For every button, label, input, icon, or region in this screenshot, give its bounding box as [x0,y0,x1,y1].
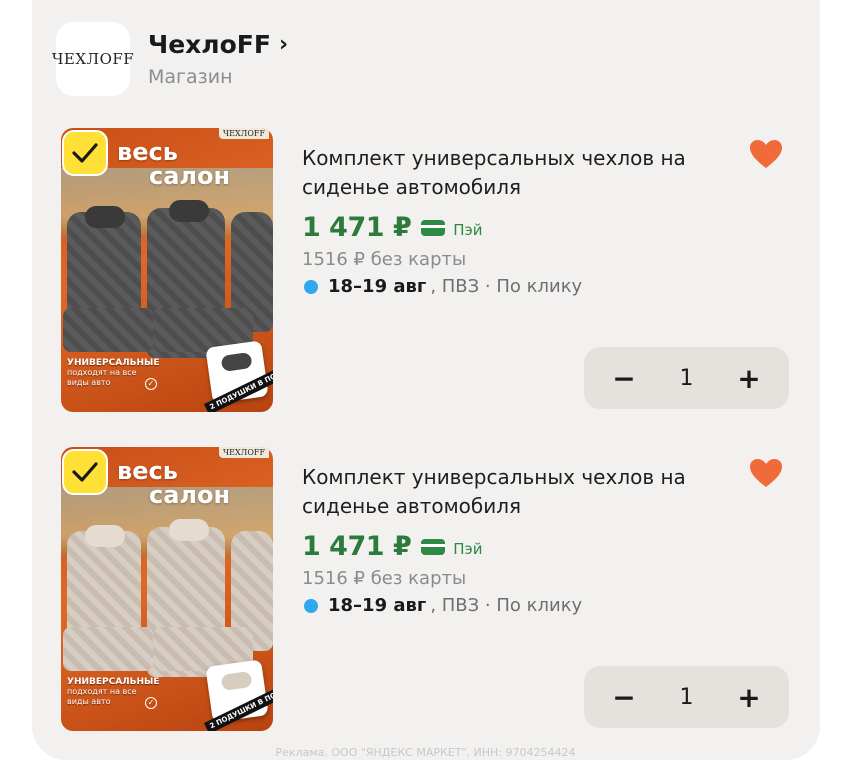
shop-type: Магазин [148,66,233,88]
image-cushion [63,627,153,671]
image-headline: весь салон [117,459,230,507]
image-gift-card: 2 ПОДУШКИ В ПОДАРОК [203,659,273,731]
check-circle-icon: ✓ [145,378,157,390]
image-headline-line: весь [117,138,178,166]
image-headline-line: салон [149,162,231,190]
image-pillow [169,200,209,222]
ad-disclaimer: Реклама. ООО "ЯНДЕКС МАРКЕТ", ИНН: 97042… [275,746,576,759]
quantity-stepper: − 1 + [584,666,789,728]
chevron-right-icon: › [278,32,289,57]
quantity-value: 1 [679,684,694,710]
image-gift-pillow [220,351,253,372]
heart-icon [750,140,782,168]
product-title[interactable]: Комплект универсальных чехлов на сиденье… [302,463,742,521]
shop-name-link[interactable]: ЧехлоFF › [148,30,288,59]
select-item-checkbox[interactable] [62,449,108,495]
quantity-value: 1 [679,365,694,391]
price-without-card: 1516 ₽ без карты [302,249,467,270]
image-gift-pillow [220,670,253,691]
delivery-method: , ПВЗ · По клику [430,595,583,616]
pay-label: Пэй [453,220,483,239]
select-item-checkbox[interactable] [62,130,108,176]
cart-item: ЧЕХЛОFF весь салон УНИВЕРСАЛЬНЫЕ подходя… [0,128,851,418]
price: 1 471 ₽ [302,531,412,562]
check-icon [72,462,98,482]
image-gift-card: 2 ПОДУШКИ В ПОДАРОК [203,340,273,412]
image-pillow [85,525,125,547]
price-row: 1 471 ₽ Пэй [302,212,483,243]
price: 1 471 ₽ [302,212,412,243]
favorite-button[interactable] [748,457,784,489]
image-badge-title: УНИВЕРСАЛЬНЫЕ [67,677,160,687]
price-without-card: 1516 ₽ без карты [302,568,467,589]
favorite-button[interactable] [748,138,784,170]
delivery-info: 18–19 авг , ПВЗ · По клику [304,276,582,297]
pay-label: Пэй [453,539,483,558]
delivery-dates: 18–19 авг [328,595,427,616]
heart-icon [750,459,782,487]
price-row: 1 471 ₽ Пэй [302,531,483,562]
image-pillow [85,206,125,228]
delivery-dot-icon [304,598,318,613]
card-icon [421,219,446,236]
image-brand-tag: ЧЕХЛОFF [218,447,269,458]
image-cushion [63,308,153,352]
decrease-button[interactable]: − [608,362,640,395]
shop-logo[interactable]: ЧЕХЛОFF [52,22,134,96]
delivery-info: 18–19 авг , ПВЗ · По клику [304,595,582,616]
quantity-stepper: − 1 + [584,347,789,409]
product-title[interactable]: Комплект универсальных чехлов на сиденье… [302,144,742,202]
check-circle-icon: ✓ [145,697,157,709]
delivery-dates: 18–19 авг [328,276,427,297]
delivery-method: , ПВЗ · По клику [430,276,583,297]
decrease-button[interactable]: − [608,681,640,714]
increase-button[interactable]: + [733,681,765,714]
increase-button[interactable]: + [733,362,765,395]
image-headline-line: салон [149,481,231,509]
check-icon [72,143,98,163]
image-badge-title: УНИВЕРСАЛЬНЫЕ [67,358,160,368]
image-headline-line: весь [117,457,178,485]
delivery-dot-icon [304,279,318,294]
image-headline: весь салон [117,140,230,188]
image-badge-text: подходят на все виды авто [67,368,137,387]
shop-name: ЧехлоFF [148,30,271,59]
image-pillow [169,519,209,541]
image-badge-text: подходят на все виды авто [67,687,137,706]
cart-item: ЧЕХЛОFF весь салон УНИВЕРСАЛЬНЫЕ подходя… [0,447,851,737]
image-brand-tag: ЧЕХЛОFF [218,128,269,139]
card-icon [421,538,446,555]
